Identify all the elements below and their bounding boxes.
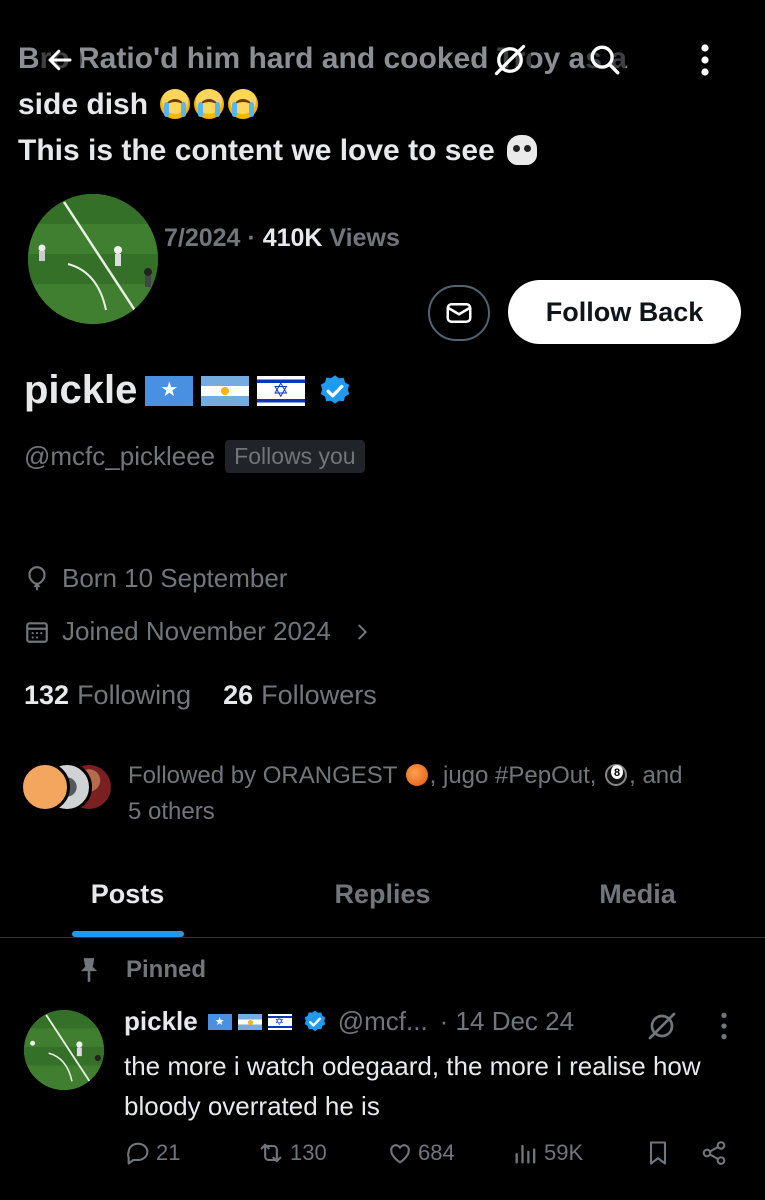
repost-count: 130 (290, 1140, 327, 1165)
back-button[interactable] (38, 38, 82, 82)
view-count: 59K (544, 1140, 584, 1165)
loudly-crying-emoji-icon (228, 89, 259, 119)
post-author-name[interactable]: pickle (124, 1006, 198, 1037)
follow-stats: 132 Following 26 Followers (24, 680, 377, 711)
profile-handle: @mcfc_pickleee (24, 441, 216, 471)
more-vertical-icon (701, 44, 709, 76)
views-count: 410K (262, 224, 323, 252)
israel-flag-icon (267, 1013, 292, 1030)
like-count: 684 (418, 1140, 455, 1165)
joined-row[interactable]: Joined November 2024 (24, 616, 373, 647)
profile-name-row: pickle (24, 368, 353, 413)
post-author-handle: @mcf... (337, 1006, 428, 1036)
reply-icon (127, 1142, 149, 1165)
post-actions: 21 130 684 59K (124, 1138, 734, 1168)
background-tweet-line2: side dish (18, 88, 149, 121)
loudly-crying-emoji-icon (194, 89, 225, 119)
message-button[interactable] (428, 285, 490, 341)
display-name: pickle (24, 368, 138, 412)
tab-posts-label: Posts (90, 879, 165, 909)
pin-icon (80, 958, 98, 982)
verified-badge-icon (304, 1010, 326, 1031)
like-button[interactable]: 684 (386, 1139, 512, 1167)
no-view-icon (494, 44, 526, 76)
tab-media[interactable]: Media (510, 852, 765, 937)
envelope-icon (446, 303, 472, 323)
following-label: Following (77, 680, 192, 710)
hide-views-button[interactable] (488, 38, 532, 82)
top-navigation-bar (0, 30, 765, 90)
argentina-flag-icon (237, 1013, 262, 1030)
like-icon (390, 1144, 410, 1164)
followed-by-others: 5 others (128, 798, 215, 825)
follow-back-button[interactable]: Follow Back (508, 280, 741, 344)
joined-text: Joined November 2024 (62, 616, 331, 646)
tab-replies[interactable]: Replies (255, 852, 510, 937)
back-arrow-icon (48, 49, 72, 71)
football-pitch-image (28, 194, 158, 324)
tab-media-label: Media (599, 879, 676, 909)
israel-flag-icon (257, 375, 306, 406)
argentina-flag-icon (201, 375, 250, 406)
search-button[interactable] (583, 38, 627, 82)
pinned-label: Pinned (126, 956, 207, 983)
post-author-avatar[interactable] (24, 1010, 104, 1090)
followers-count: 26 (223, 680, 254, 710)
search-icon (590, 45, 620, 75)
followed-by-text: Followed by ORANGEST , jugo #PepOut, , a… (128, 758, 683, 830)
followers-link[interactable]: 26 Followers (223, 680, 377, 711)
reply-count: 21 (156, 1140, 181, 1165)
post-text: the more i watch odegaard, the more i re… (124, 1051, 701, 1121)
share-button[interactable] (700, 1139, 728, 1167)
football-pitch-image (24, 1010, 104, 1090)
chevron-right-icon (358, 624, 367, 639)
follower-avatars (20, 758, 116, 814)
repost-icon (260, 1143, 282, 1163)
post-more-icon[interactable] (718, 1010, 730, 1042)
handle-row: @mcfc_pickleee Follows you (24, 440, 365, 473)
tweet-date-fragment: 7/2024 · (164, 224, 256, 252)
tab-replies-label: Replies (334, 879, 431, 909)
follower-avatar (20, 762, 70, 812)
post-header: pickle @mcf... · 14 Dec 24 (124, 1006, 574, 1037)
background-tweet-line3: This is the content we love to see (18, 134, 495, 167)
birthday-row: Born 10 September (24, 563, 287, 594)
follows-you-badge: Follows you (225, 440, 365, 473)
calendar-icon (26, 621, 48, 643)
share-icon (702, 1141, 726, 1165)
birthday-text: Born 10 September (62, 563, 288, 593)
profile-avatar[interactable] (24, 190, 162, 328)
followed-by-suffix: , and (629, 762, 683, 789)
somalia-flag-icon (145, 375, 194, 406)
followed-by-prefix: Followed by ORANGEST (128, 762, 397, 789)
followers-label: Followers (261, 680, 377, 710)
views-label: Views (329, 224, 400, 252)
verified-badge-icon[interactable] (317, 373, 353, 409)
repost-button[interactable]: 130 (256, 1139, 386, 1167)
following-link[interactable]: 132 Following (24, 680, 191, 711)
eight-ball-emoji-icon (605, 764, 628, 786)
post-date[interactable]: · 14 Dec 24 (440, 1006, 574, 1037)
balloon-icon (28, 565, 46, 590)
following-count: 132 (24, 680, 70, 710)
followed-by-row[interactable]: Followed by ORANGEST , jugo #PepOut, , a… (20, 758, 740, 830)
bookmark-button[interactable] (644, 1138, 700, 1168)
views-button[interactable]: 59K (512, 1139, 644, 1167)
orange-emoji-icon (405, 764, 428, 786)
more-options-button[interactable] (688, 38, 722, 82)
views-icon (515, 1144, 536, 1164)
somalia-flag-icon (207, 1013, 232, 1030)
tab-posts[interactable]: Posts (0, 852, 255, 937)
no-view-icon[interactable] (646, 1010, 678, 1042)
skull-emoji-icon (507, 135, 538, 165)
pinned-indicator: Pinned (78, 956, 206, 984)
followed-by-mid: , jugo #PepOut, (429, 762, 597, 789)
bookmark-icon (649, 1141, 667, 1165)
reply-button[interactable]: 21 (124, 1139, 256, 1167)
loudly-crying-emoji-icon (160, 89, 191, 119)
profile-tabs: Posts Replies Media (0, 852, 765, 938)
